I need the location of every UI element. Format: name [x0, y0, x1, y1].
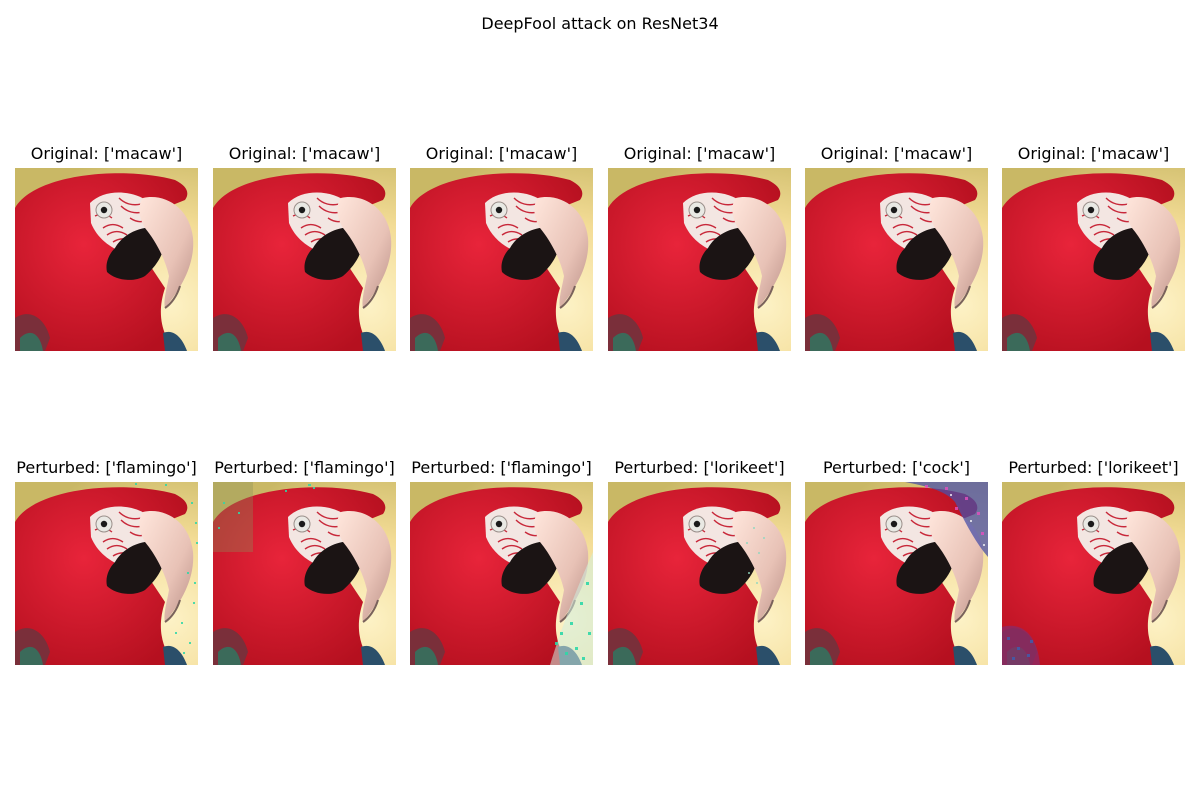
panel-title: Original: ['macaw'] — [1017, 144, 1170, 163]
perturbed-macaw-image — [213, 482, 396, 665]
macaw-image — [213, 168, 396, 351]
panel-title: Perturbed: ['lorikeet'] — [1008, 458, 1179, 477]
macaw-image — [608, 168, 791, 351]
perturbed-macaw-image — [410, 482, 593, 665]
macaw-image — [410, 168, 593, 351]
macaw-image — [805, 168, 988, 351]
figure-title: DeepFool attack on ResNet34 — [481, 14, 719, 33]
perturbed-macaw-image — [15, 482, 198, 665]
macaw-image — [15, 168, 198, 351]
perturbed-macaw-image — [1002, 482, 1185, 665]
macaw-image — [1002, 168, 1185, 351]
perturbed-macaw-image — [805, 482, 988, 665]
perturbed-macaw-image — [608, 482, 791, 665]
